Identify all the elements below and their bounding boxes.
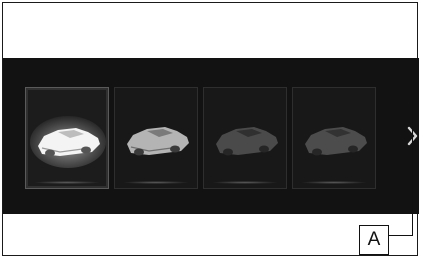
vehicle-tile-2[interactable] bbox=[114, 87, 198, 189]
tile-floor bbox=[212, 181, 278, 184]
tile-floor bbox=[123, 181, 189, 184]
tile-floor bbox=[301, 181, 367, 184]
vehicle-tile-3[interactable] bbox=[203, 87, 287, 189]
vehicle-tile-4[interactable] bbox=[292, 87, 376, 189]
callout-label: A bbox=[359, 225, 389, 255]
callout-leader-horizontal bbox=[387, 235, 413, 236]
car-icon bbox=[216, 127, 278, 156]
tile-floor bbox=[34, 181, 100, 184]
car-icon bbox=[30, 116, 106, 168]
callout-leader-vertical bbox=[412, 101, 413, 235]
car-icon bbox=[305, 127, 367, 156]
display-screen bbox=[3, 58, 419, 214]
car-icon bbox=[127, 127, 189, 156]
vehicle-tile-1[interactable] bbox=[25, 87, 109, 189]
figure-frame: A bbox=[2, 2, 419, 256]
